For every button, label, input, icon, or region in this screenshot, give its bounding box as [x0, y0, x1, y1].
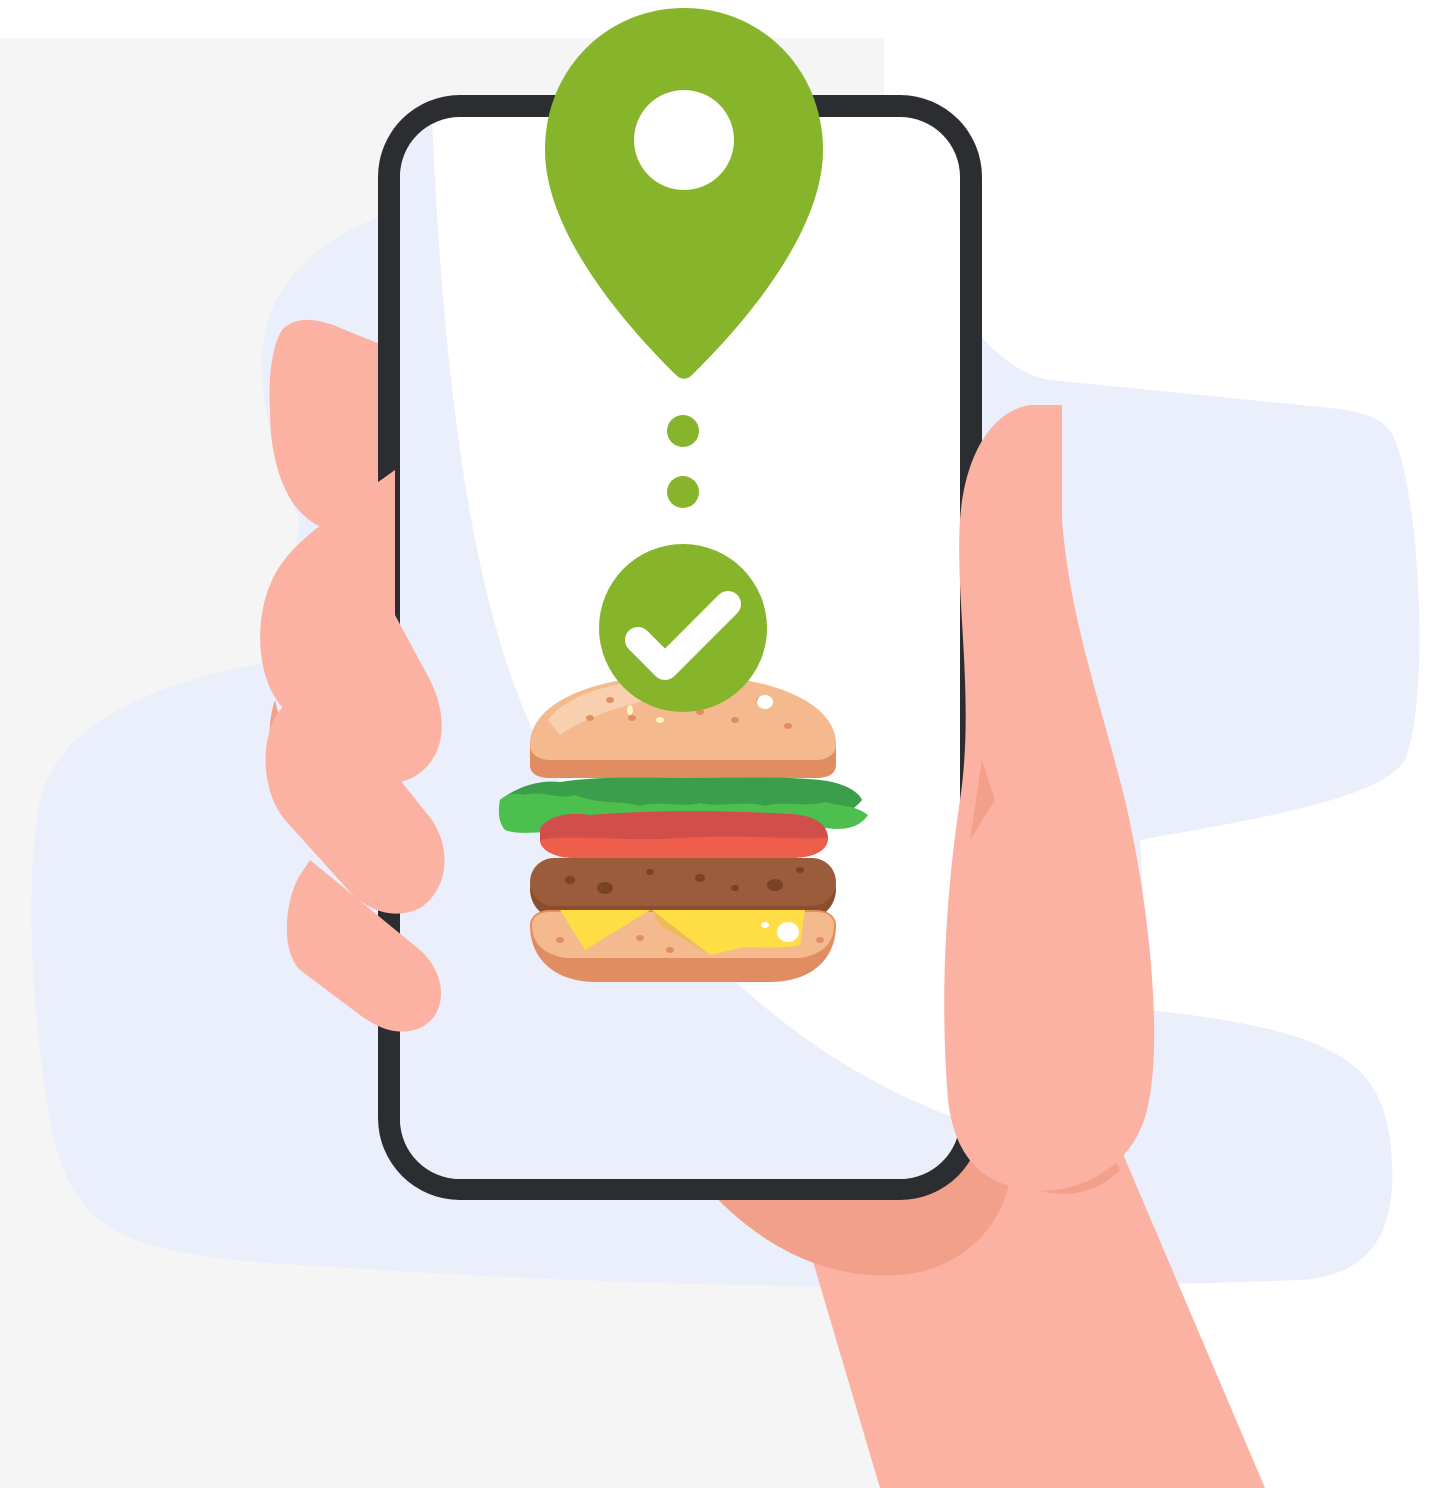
progress-dot-icon — [667, 476, 699, 508]
progress-dot-icon — [667, 415, 699, 447]
burger-icon — [498, 675, 868, 982]
food-delivery-illustration — [0, 8, 1420, 1488]
checkmark-icon — [599, 544, 767, 712]
illustration-stage — [0, 0, 1448, 1488]
